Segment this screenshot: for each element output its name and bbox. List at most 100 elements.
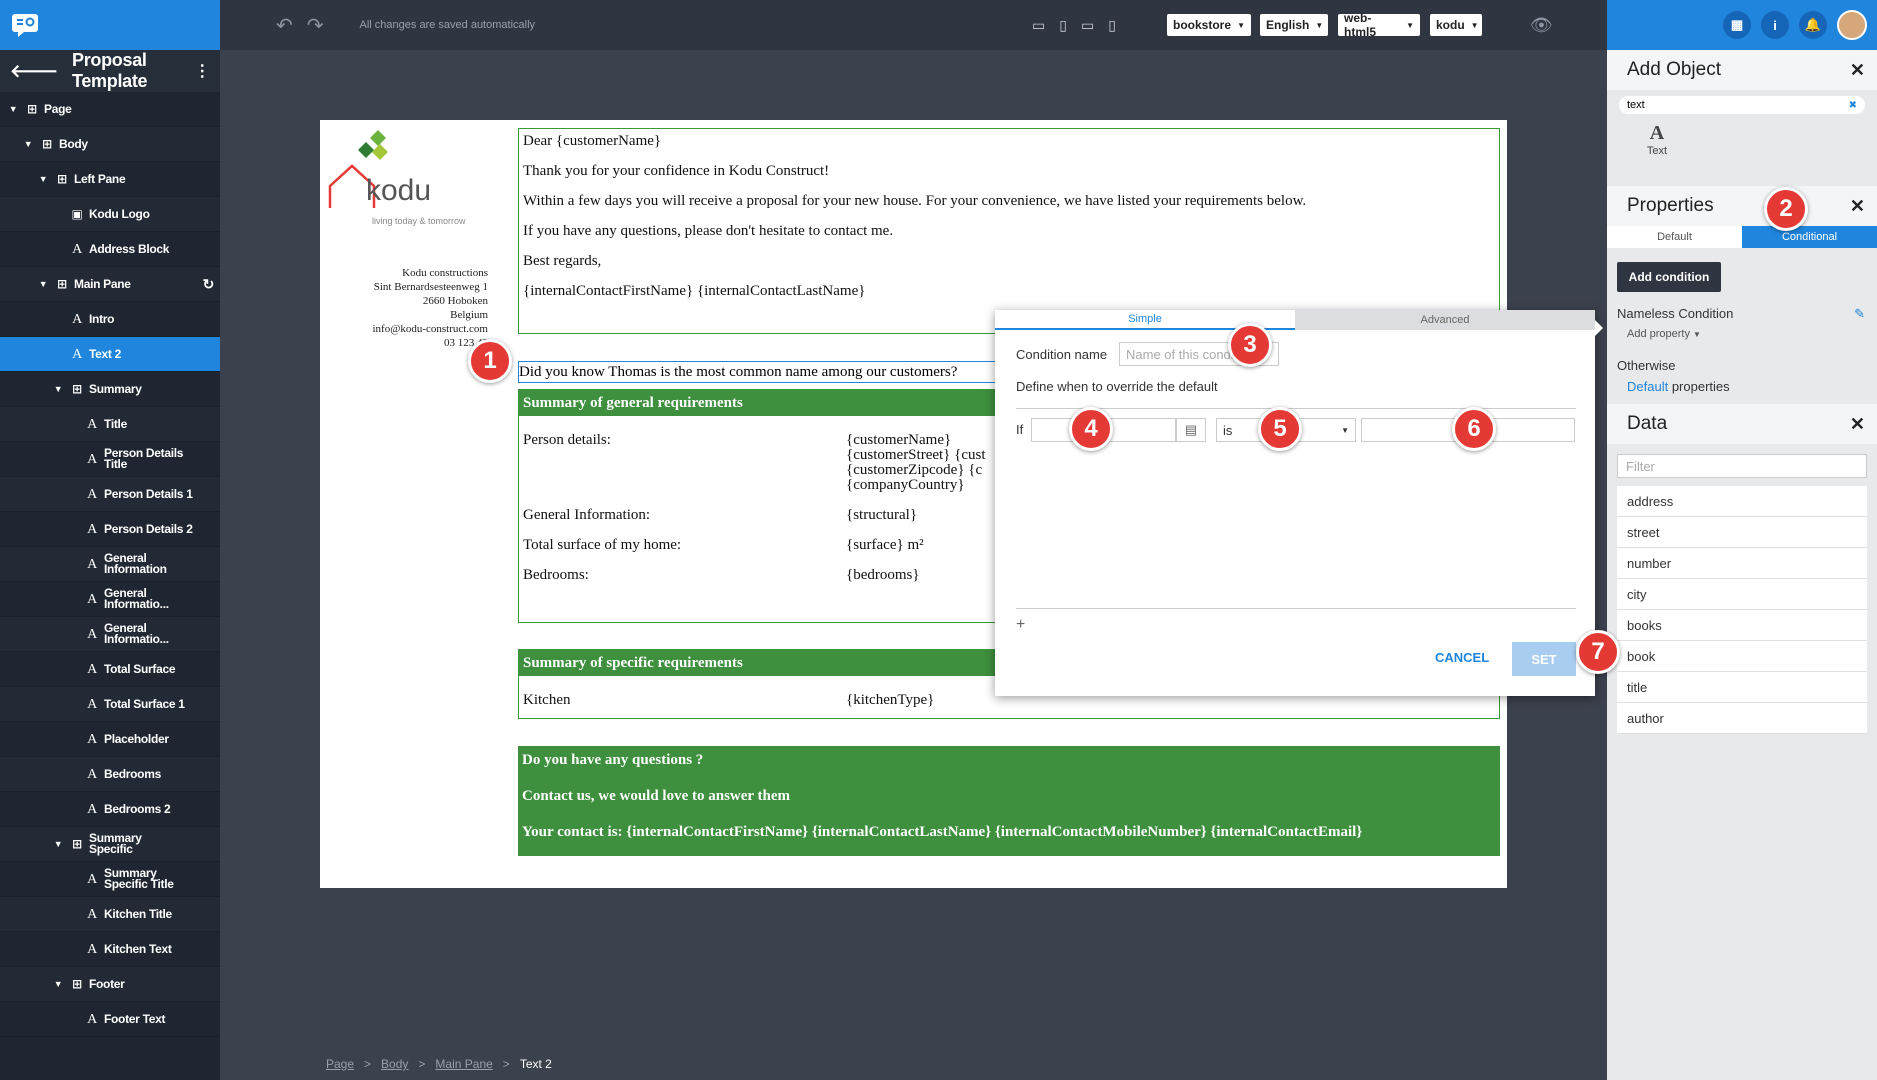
footer-block[interactable]: Do you have any questions ? Contact us, … [518, 746, 1500, 856]
tree-item[interactable]: ▼ ⊞ Left Pane [0, 162, 220, 197]
language-dropdown[interactable]: English ▼ [1260, 14, 1328, 36]
tree-item[interactable]: A Person Details 2 [0, 512, 220, 547]
add-condition-button[interactable]: Add condition [1617, 262, 1721, 292]
data-field-item[interactable]: number [1617, 548, 1867, 579]
expand-caret-icon[interactable]: ▼ [8, 104, 18, 115]
tab-advanced[interactable]: Advanced [1295, 310, 1595, 330]
text-node-icon: A [72, 311, 82, 327]
tree-item[interactable]: ▼ ⊞ Body [0, 127, 220, 162]
channel-dropdown[interactable]: web-html5 ▼ [1338, 11, 1420, 39]
tab-default[interactable]: Default [1607, 226, 1742, 248]
refresh-icon[interactable]: ↻ [203, 277, 215, 291]
address-block[interactable]: Kodu constructions Sint Bernardsesteenweg… [372, 266, 488, 350]
tree-item[interactable]: A Person Details Title [0, 442, 220, 477]
collapse-icon[interactable]: ✕ [1850, 60, 1865, 81]
text2-block[interactable]: Did you know Thomas is the most common n… [518, 361, 1001, 383]
text-object-item[interactable]: A Text [1627, 122, 1687, 174]
data-field-item[interactable]: city [1617, 579, 1867, 610]
clear-search-icon[interactable]: ✖ [1849, 100, 1857, 111]
tree-item[interactable]: A Kitchen Title [0, 897, 220, 932]
tree-item[interactable]: A General Information [0, 547, 220, 582]
tree-item[interactable]: A Footer Text [0, 1002, 220, 1037]
undo-icon[interactable]: ↶ [276, 13, 293, 38]
chevron-down-icon: ▼ [1693, 330, 1701, 339]
add-property-dropdown[interactable]: Add property ▼ [1627, 328, 1877, 340]
tree-item[interactable]: A General Informatio... [0, 617, 220, 652]
object-search-input[interactable]: text ✖ [1619, 96, 1865, 114]
collapse-icon[interactable]: ✕ [1850, 414, 1865, 435]
expand-caret-icon[interactable]: ▼ [38, 174, 48, 185]
tree-item[interactable]: ▼ ⊞ Page [0, 92, 220, 127]
kebab-menu-icon[interactable]: ⋮ [194, 61, 210, 81]
tree-item[interactable]: A Bedrooms [0, 757, 220, 792]
tree-item[interactable]: A Bedrooms 2 [0, 792, 220, 827]
expand-caret-icon[interactable]: ▼ [53, 384, 63, 395]
tablet-landscape-icon[interactable]: ▭ [1081, 17, 1094, 34]
user-avatar[interactable] [1837, 10, 1867, 40]
intro-line: Within a few days you will receive a pro… [523, 193, 1307, 209]
theme-dropdown[interactable]: kodu ▼ [1430, 14, 1482, 36]
chevron-down-icon: ▼ [1470, 20, 1479, 30]
data-field-item[interactable]: title [1617, 672, 1867, 703]
data-field-item[interactable]: street [1617, 517, 1867, 548]
tree-item[interactable]: ▼ ⊞ Footer [0, 967, 220, 1002]
tree-item[interactable]: A Address Block [0, 232, 220, 267]
phone-icon[interactable]: ▯ [1108, 17, 1116, 34]
tree-item[interactable]: ▼ ⊞ Summary Specific [0, 827, 220, 862]
collapse-icon[interactable]: ✕ [1850, 196, 1865, 217]
breadcrumb-item[interactable]: Body [381, 1057, 408, 1071]
tree-item[interactable]: A Placeholder [0, 722, 220, 757]
expand-caret-icon[interactable]: ▼ [53, 839, 63, 850]
data-list: address street number city books book title aut… [1607, 486, 1877, 734]
tree-item[interactable]: ▼ ⊞ Main Pane ↻ [0, 267, 220, 302]
intro-line: Thank you for your confidence in Kodu Co… [523, 163, 830, 179]
tree-item[interactable]: ▼ ⊞ Summary [0, 372, 220, 407]
intro-block[interactable]: Dear {customerName} Thank you for your co… [518, 128, 1500, 334]
data-field-item[interactable]: author [1617, 703, 1867, 734]
data-field-item[interactable]: books [1617, 610, 1867, 641]
data-field-item[interactable]: book [1617, 641, 1867, 672]
app-logo-icon[interactable] [10, 11, 42, 39]
data-picker-icon[interactable]: ▤ [1176, 418, 1206, 442]
tree-item[interactable]: A Kitchen Text [0, 932, 220, 967]
redo-icon[interactable]: ↷ [307, 13, 324, 38]
back-arrow-icon[interactable]: 🡐 [10, 61, 58, 82]
tree-item[interactable]: A Total Surface 1 [0, 687, 220, 722]
tab-conditional[interactable]: Conditional [1742, 226, 1877, 248]
tree-item[interactable]: A Summary Specific Title [0, 862, 220, 897]
tree-item[interactable]: A Total Surface [0, 652, 220, 687]
tree-item[interactable]: A Text 2 [0, 337, 220, 372]
kodu-logo[interactable]: kodu living today & tomorrow [328, 128, 468, 226]
breadcrumb-item[interactable]: Main Pane [435, 1057, 492, 1071]
tree-item[interactable]: A Intro [0, 302, 220, 337]
tree-item[interactable]: ▣ Kodu Logo [0, 197, 220, 232]
data-filter-input[interactable]: Filter [1617, 454, 1867, 478]
tree-item[interactable]: A Title [0, 407, 220, 442]
inspector-panel: Add Object ✕ text ✖ A Text Properties ✕ … [1607, 50, 1877, 1080]
set-button[interactable]: SET [1512, 642, 1576, 676]
edit-pencil-icon[interactable]: ✎ [1854, 306, 1865, 322]
info-icon[interactable]: i [1761, 11, 1789, 39]
tree-item[interactable]: A General Informatio... [0, 582, 220, 617]
tree-item[interactable]: A Person Details 1 [0, 477, 220, 512]
breadcrumb-item[interactable]: Page [326, 1057, 354, 1071]
data-field-item[interactable]: address [1617, 486, 1867, 517]
preview-eye-icon[interactable]: 👁 [1530, 15, 1553, 36]
default-link[interactable]: Default [1627, 379, 1668, 394]
add-rule-icon[interactable]: + [1016, 616, 1025, 634]
project-dropdown[interactable]: bookstore ▼ [1167, 14, 1251, 36]
expand-caret-icon[interactable]: ▼ [38, 279, 48, 290]
summary-row-value: {bedrooms} [846, 567, 920, 583]
object-search-value: text [1627, 99, 1645, 111]
tablet-icon[interactable]: ▯ [1059, 17, 1067, 34]
apps-grid-icon[interactable]: ▦ [1723, 11, 1751, 39]
expand-caret-icon[interactable]: ▼ [53, 979, 63, 990]
default-properties: Default properties [1627, 379, 1730, 394]
bell-icon[interactable]: 🔔 [1799, 11, 1827, 39]
tree-item-label: Total Surface [104, 661, 176, 676]
address-line: info@kodu-construct.com [372, 323, 488, 335]
expand-caret-icon[interactable]: ▼ [23, 139, 33, 150]
logo-tagline: living today & tomorrow [372, 216, 466, 226]
cancel-button[interactable]: CANCEL [1435, 650, 1489, 665]
desktop-icon[interactable]: ▭ [1032, 17, 1045, 34]
